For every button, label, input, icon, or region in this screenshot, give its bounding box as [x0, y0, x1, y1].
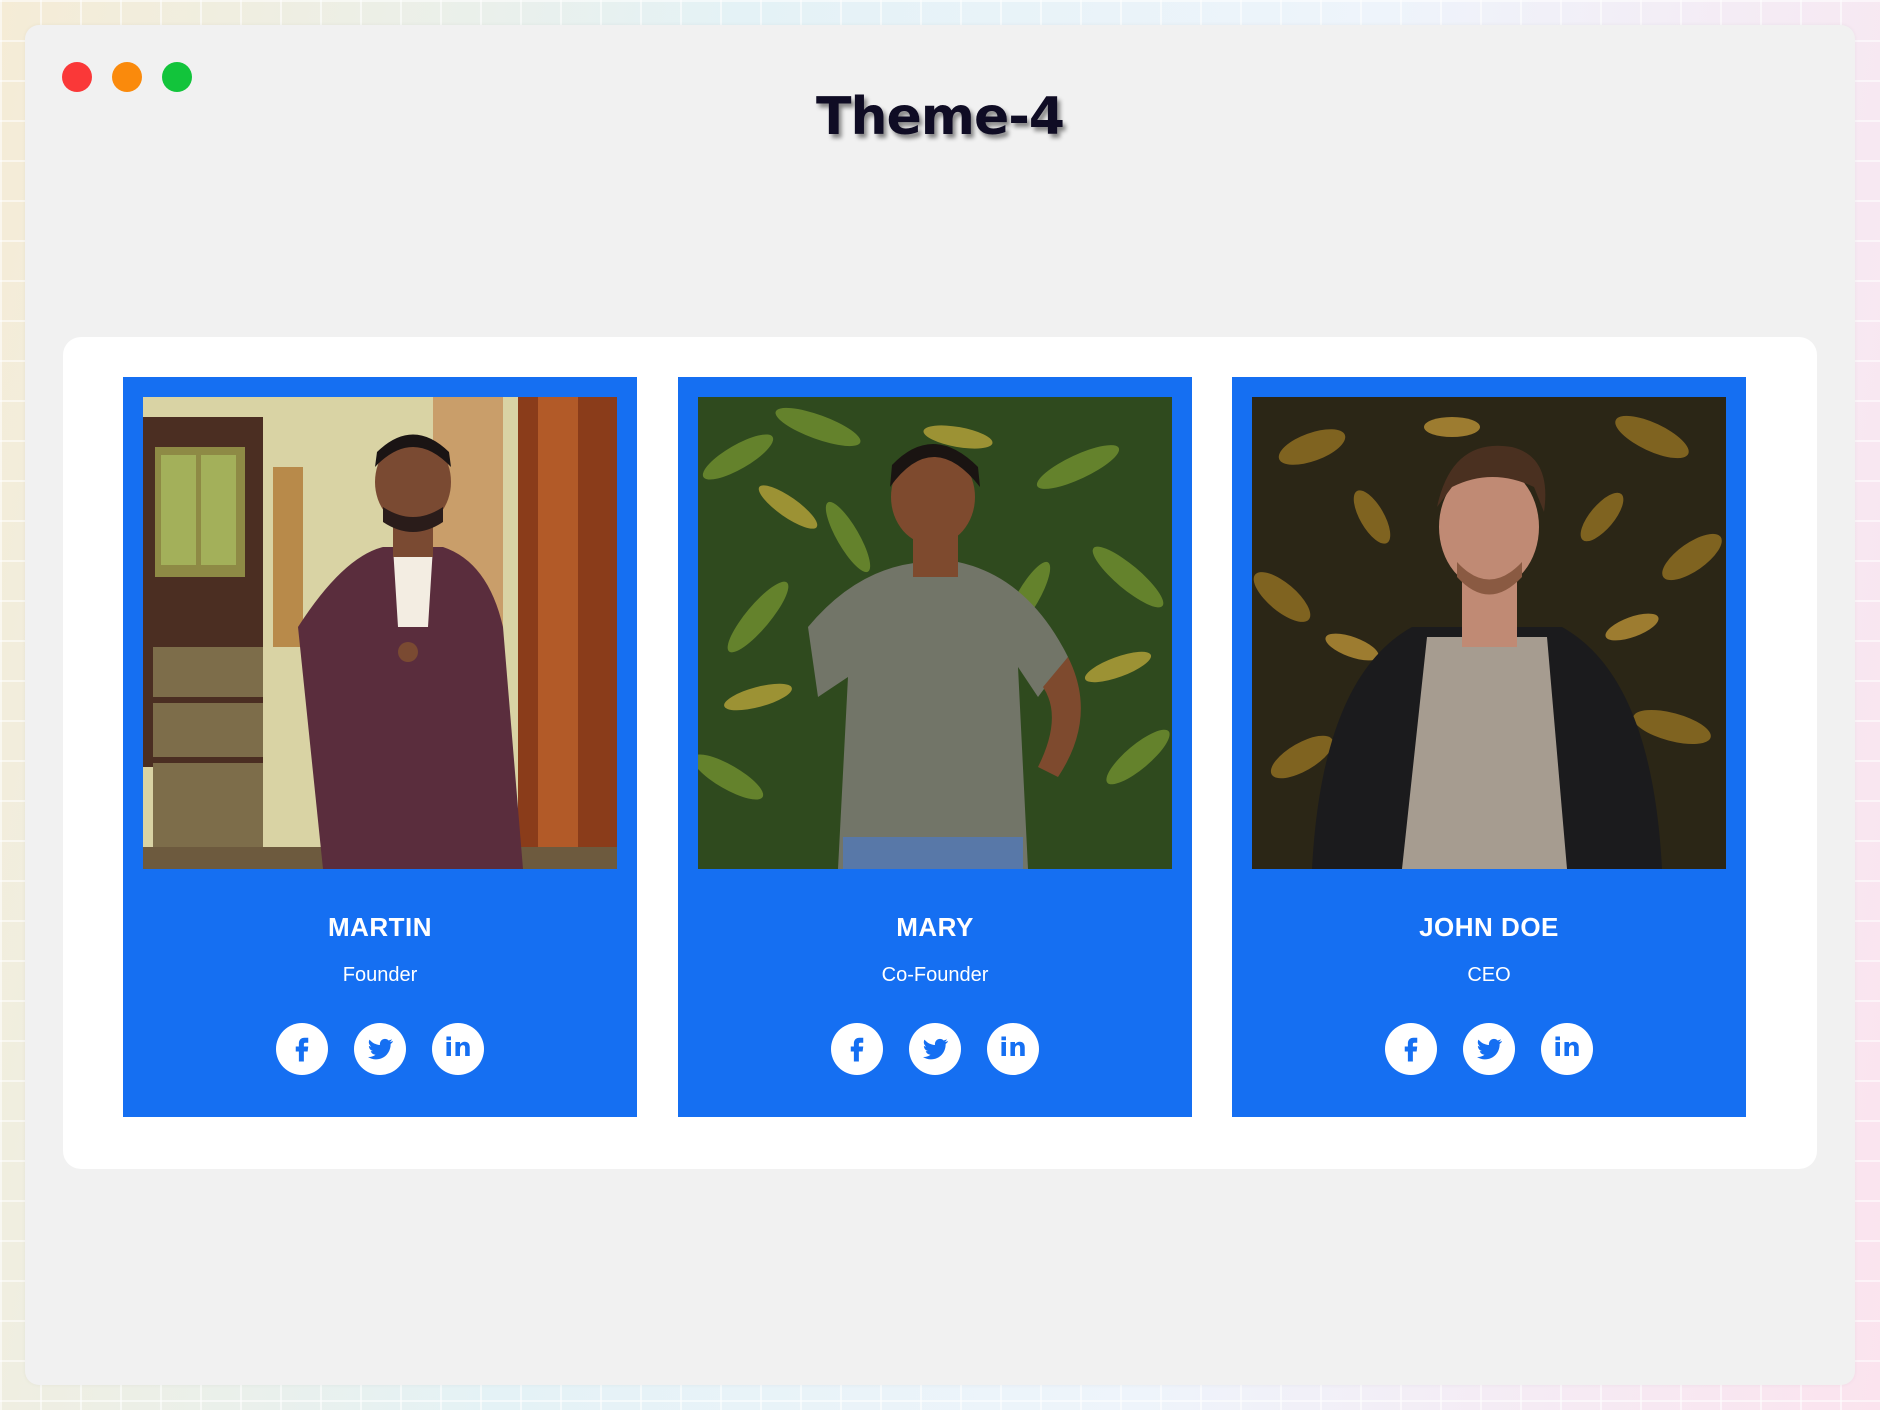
member-role: CEO: [1467, 964, 1511, 986]
twitter-button[interactable]: [909, 1023, 961, 1075]
portrait-man-in-suit-icon: [143, 397, 617, 869]
member-name: JOHN DOE: [1419, 912, 1559, 942]
facebook-icon: [1404, 1037, 1418, 1062]
facebook-icon: [850, 1037, 864, 1062]
linkedin-icon: in: [999, 1033, 1027, 1063]
team-card: MARY Co-Founder in: [678, 377, 1192, 1117]
twitter-icon: [368, 1038, 394, 1060]
linkedin-button[interactable]: in: [987, 1023, 1039, 1075]
member-name: MARTIN: [327, 912, 433, 942]
twitter-icon: [1477, 1038, 1503, 1060]
member-name: MARY: [896, 912, 974, 942]
facebook-button[interactable]: [831, 1023, 883, 1075]
social-links: in: [123, 1023, 637, 1075]
team-card: MARTIN Founder in: [123, 377, 637, 1117]
page-title: Theme-4: [816, 87, 1065, 147]
facebook-icon: [295, 1037, 309, 1062]
member-photo: [698, 397, 1172, 869]
linkedin-icon: in: [444, 1033, 472, 1063]
portrait-boy-in-leaves-icon: [698, 397, 1172, 869]
team-card: JOHN DOE CEO in: [1232, 377, 1746, 1117]
facebook-button[interactable]: [1385, 1023, 1437, 1075]
member-role: Founder: [342, 964, 418, 986]
team-panel: MARTIN Founder in MARY Co-Founder in JOH…: [63, 337, 1817, 1169]
social-links: in: [1232, 1023, 1746, 1075]
linkedin-button[interactable]: in: [1541, 1023, 1593, 1075]
social-links: in: [678, 1023, 1192, 1075]
twitter-button[interactable]: [354, 1023, 406, 1075]
browser-window: Theme-4 MARTIN Founder in MARY Co-Founde…: [25, 25, 1855, 1385]
member-photo: [143, 397, 617, 869]
twitter-button[interactable]: [1463, 1023, 1515, 1075]
member-photo: [1252, 397, 1726, 869]
twitter-icon: [923, 1038, 949, 1060]
linkedin-icon: in: [1553, 1033, 1581, 1063]
linkedin-button[interactable]: in: [432, 1023, 484, 1075]
portrait-man-in-leather-jacket-icon: [1252, 397, 1726, 869]
facebook-button[interactable]: [276, 1023, 328, 1075]
member-role: Co-Founder: [881, 964, 989, 986]
